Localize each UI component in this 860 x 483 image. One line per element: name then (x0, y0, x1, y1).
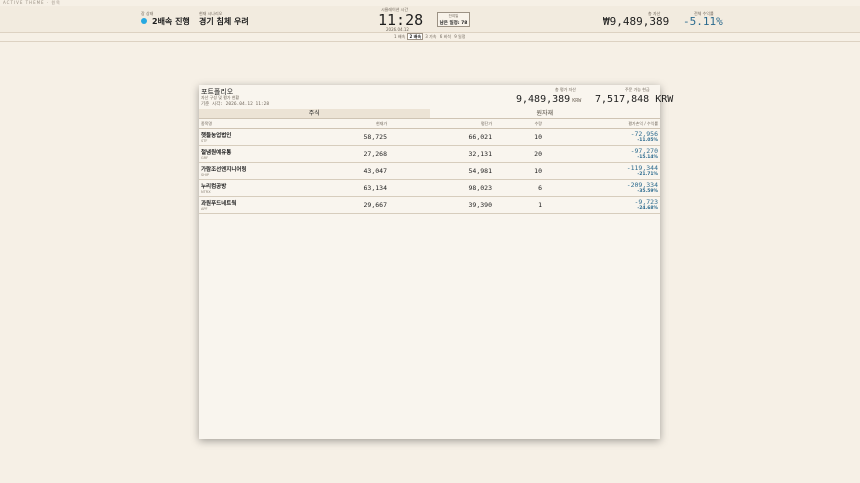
col-header-name: 종목명 (199, 121, 289, 129)
top-status-bar (0, 6, 860, 33)
table-row[interactable]: 과원푸드네트웍 APF 29,667 39,390 1 -9,723 -24.68% (199, 196, 660, 214)
return-rate: -15.14% (637, 155, 658, 160)
average-price: 98,023 (389, 179, 494, 197)
portfolio-panel: 포트폴리오 자산 구성 및 평가 현황 기준 시각: 2026.04.12 11… (199, 85, 673, 439)
stock-name: 가람조선엔지니어링 (201, 166, 247, 173)
return-rate: -35.59% (637, 189, 658, 194)
stock-ticker: STF (201, 138, 208, 143)
remaining-days-badge: 잔여일 남은 일정: 78 (437, 12, 470, 27)
total-valuation-number: 9,489,389 (516, 94, 571, 105)
scenario-text: 경기 침체 우려 (199, 17, 249, 26)
speed-option-9x[interactable]: 9 일정 (453, 34, 466, 39)
col-header-qty: 수량 (494, 121, 544, 129)
return-rate: -21.71% (637, 172, 658, 177)
as-of-time: 기준 시각: 2026.04.12 11:28 (201, 102, 270, 107)
remaining-text: 남은 일정: 78 (439, 21, 468, 26)
return-rate: -11.05% (637, 138, 658, 143)
total-return-value: -5.11% (683, 15, 723, 28)
profit-loss: -209,334 (626, 181, 658, 189)
profit-loss: -119,344 (626, 164, 658, 172)
stock-name: 과원푸드네트웍 (201, 200, 237, 207)
quantity: 10 (494, 162, 544, 180)
speed-status-text: 2배속 진행 (152, 17, 190, 26)
speed-option-1x[interactable]: 1 배속 (393, 34, 406, 39)
current-price: 58,725 (289, 128, 389, 146)
profit-loss: -97,270 (630, 147, 658, 155)
status-dot-icon (141, 18, 147, 24)
available-cash-value: 7,517,848 KRW (595, 94, 674, 105)
available-cash-label: 주문 가능 현금 (625, 87, 650, 92)
profit-loss: -72,956 (630, 130, 658, 138)
current-price: 29,667 (289, 196, 389, 214)
tab-stocks[interactable]: 주식 (199, 109, 430, 119)
quantity: 20 (494, 145, 544, 163)
average-price: 32,131 (389, 145, 494, 163)
stock-ticker: APF (201, 206, 208, 211)
return-rate: -24.68% (637, 206, 658, 211)
stock-ticker: NTRX (201, 189, 211, 194)
speed-option-2x[interactable]: 2 배속 (407, 33, 424, 40)
average-price: 54,981 (389, 162, 494, 180)
profit-loss: -9,723 (634, 198, 658, 206)
speed-option-3x[interactable]: 3 가속 (424, 34, 437, 39)
table-header-row: 종목명 현재가 평단가 수량 평가손익 / 수익률 (199, 121, 660, 129)
stock-name: 햇들농업법인 (201, 132, 232, 139)
total-valuation-value: 9,489,389 KRW (516, 94, 581, 105)
total-valuation-unit: KRW (572, 98, 582, 104)
table-row[interactable]: 가람조선엔지니어링 SHIP 43,047 54,981 10 -119,344-… (199, 162, 660, 180)
average-price: 39,390 (389, 196, 494, 214)
quantity: 1 (494, 196, 544, 214)
asset-tabs: 주식 원자재 (199, 109, 660, 119)
tab-commodities[interactable]: 원자재 (429, 109, 660, 119)
table-row[interactable]: 철냄원예유통 GRF 27,268 32,131 20 -97,270 -15.14… (199, 145, 660, 163)
table-row[interactable]: 햇들농업법인 STF 58,725 66,021 10 -72,956 -11.05… (199, 128, 660, 146)
current-price: 43,047 (289, 162, 389, 180)
topbar-divider (0, 41, 860, 42)
speed-option-6x[interactable]: 6 비석 (439, 34, 452, 39)
average-price: 66,021 (389, 128, 494, 146)
holdings-table: 종목명 현재가 평단가 수량 평가손익 / 수익률 햇들농업법인 STF 58,7… (199, 121, 660, 214)
speed-selector: 1 배속 2 배속 3 가속 6 비석 9 일정 (393, 33, 466, 40)
stock-ticker: SHIP (201, 172, 209, 177)
stock-ticker: GRF (201, 155, 209, 160)
current-price: 63,134 (289, 179, 389, 197)
quantity: 10 (494, 128, 544, 146)
quantity: 6 (494, 179, 544, 197)
stock-name: 누리컴공방 (201, 183, 227, 190)
table-row[interactable]: 누리컴공방 NTRX 63,134 98,023 6 -209,334 -35.59… (199, 179, 660, 197)
col-header-avg: 평단가 (389, 121, 494, 129)
col-header-pl: 평가손익 / 수익률 (544, 121, 660, 129)
total-assets-value: ₩9,489,389 (603, 15, 670, 28)
current-price: 27,268 (289, 145, 389, 163)
sim-date: 2026.04.12 (386, 27, 409, 32)
stock-name: 철냄원예유통 (201, 149, 232, 156)
total-valuation-label: 총 평가 자산 (555, 87, 576, 92)
col-header-price: 현재가 (289, 121, 389, 129)
remaining-label: 잔여일 (448, 14, 459, 18)
